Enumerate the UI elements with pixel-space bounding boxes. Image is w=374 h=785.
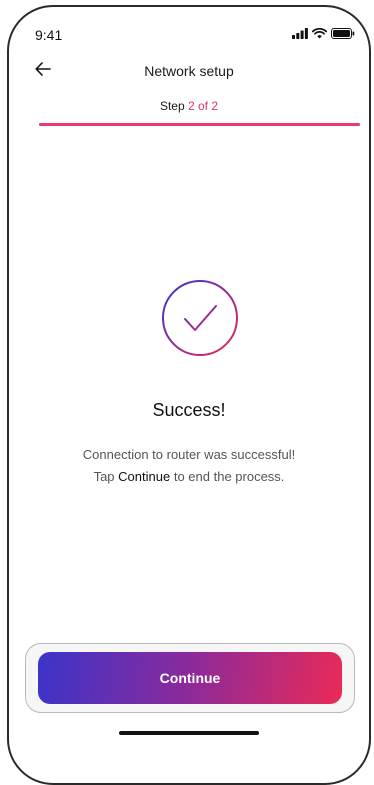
step-current: 2	[187, 99, 195, 113]
message-line2-action: Continue	[118, 469, 171, 484]
progress-fill	[39, 123, 360, 126]
home-indicator	[119, 731, 259, 735]
cellular-signal-icon	[292, 26, 308, 44]
phone-frame: 9:41 Network setup Step 2 of 2 Success! …	[7, 5, 371, 785]
message-line2-suffix: to end the process.	[173, 469, 285, 484]
page-title: Network setup	[144, 63, 234, 79]
progress-bar	[39, 123, 360, 126]
header: Network setup	[9, 57, 369, 87]
step-prefix: Step	[159, 99, 185, 113]
status-time: 9:41	[35, 27, 63, 43]
step-total: 2	[211, 99, 219, 113]
status-icons	[292, 26, 355, 44]
battery-icon	[331, 26, 355, 44]
message-line2-prefix: Tap	[93, 469, 115, 484]
continue-button-container: Continue	[25, 643, 355, 713]
step-of-label: of	[198, 99, 209, 113]
success-message-line1: Connection to router was successful!	[82, 447, 296, 462]
status-bar: 9:41	[9, 7, 369, 57]
success-title: Success!	[152, 400, 226, 420]
check-circle-icon	[160, 278, 240, 358]
wifi-icon	[311, 26, 328, 44]
continue-button[interactable]: Continue	[38, 652, 342, 704]
success-message-line2: Tap Continue to end the process.	[9, 466, 369, 488]
success-message: Connection to router was successful! Tap…	[9, 444, 369, 488]
step-indicator: Step 2 of 2	[9, 99, 369, 113]
